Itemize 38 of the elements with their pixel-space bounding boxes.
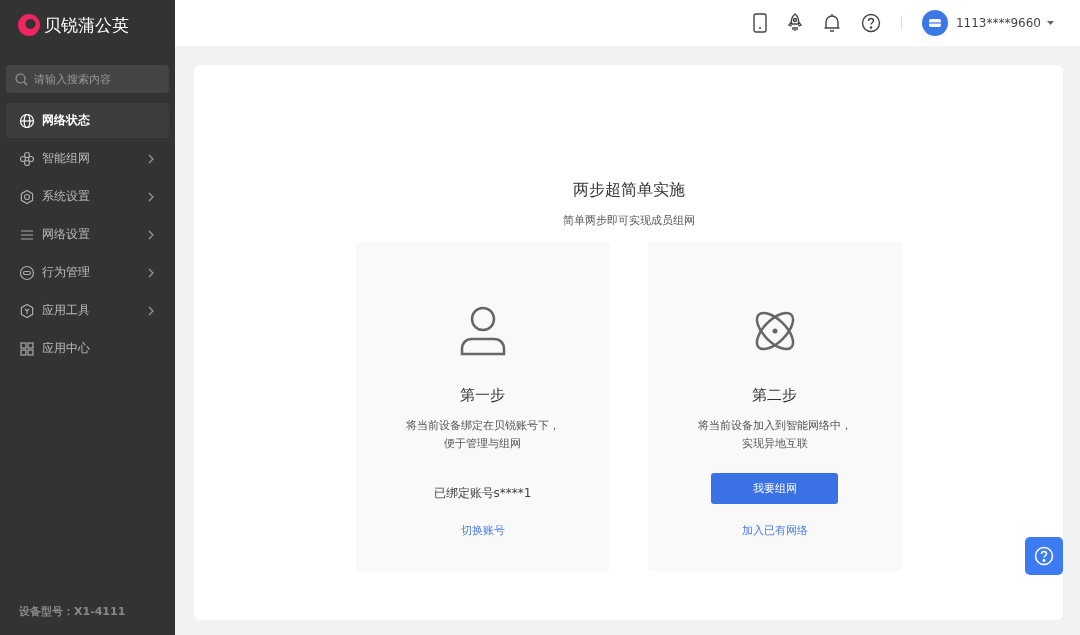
step-description: 将当前设备绑定在贝锐账号下， 便于管理与组网 [405,418,560,452]
sidebar-item[interactable]: 行为管理 [6,255,169,290]
menu-icon [19,264,35,281]
search-icon [15,73,28,86]
menu-icon [19,188,35,205]
phone-icon[interactable] [752,13,767,33]
logo-icon [18,14,40,36]
menu-icon [19,340,35,357]
brand-name: 贝锐蒲公英 [44,13,129,37]
menu-icon [19,150,35,167]
bell-icon[interactable] [822,13,841,33]
sidebar-item[interactable]: 网络设置 [6,217,169,252]
help-icon[interactable] [860,13,881,33]
help-icon [1034,546,1054,566]
menu-icon [19,112,35,129]
bound-account: 已绑定账号s****1 [433,484,532,502]
avatar-icon[interactable] [921,10,948,36]
caret-icon[interactable] [1047,21,1054,25]
person-icon [458,306,507,356]
step-link[interactable]: 切换账号 [460,523,505,538]
step-link[interactable]: 加入已有网络 [741,523,808,538]
device-model: 设备型号：X1-4111 [18,604,127,620]
search-field[interactable]: 请输入搜索内容 [6,65,169,93]
sidebar-item[interactable]: 应用中心 [6,331,169,366]
sidebar-item[interactable]: 智能组网 [6,141,169,176]
step-title: 第二步 [752,386,797,405]
page-title: 两步超简单实施 [572,180,685,201]
page-subtitle: 简单两步即可实现成员组网 [562,213,695,228]
sidebar-item[interactable]: 应用工具 [6,293,169,328]
step-title: 第一步 [460,386,505,405]
account-name[interactable]: 1113****9660 [955,16,1041,30]
menu-icon [19,302,35,319]
sidebar-item[interactable]: 系统设置 [6,179,169,214]
join-network-button[interactable]: 我要组网 [711,472,838,504]
rocket-icon[interactable] [786,13,803,33]
sidebar-item[interactable]: 网络状态 [6,103,169,138]
help-button[interactable] [1025,537,1063,575]
step-description: 将当前设备加入到智能网络中， 实现异地互联 [697,418,852,452]
